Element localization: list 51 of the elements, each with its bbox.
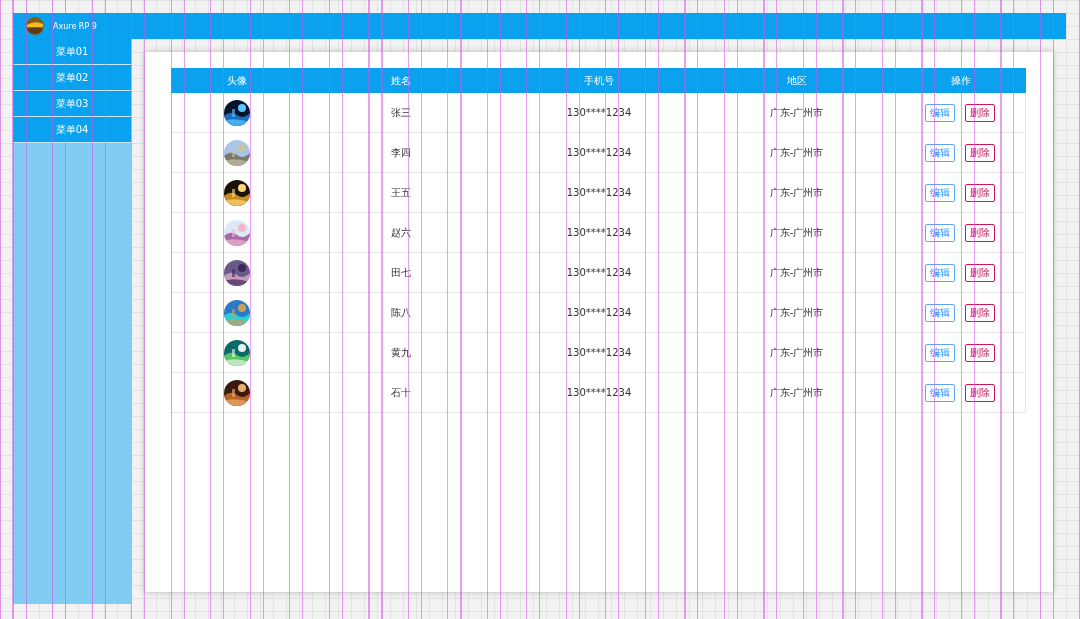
edit-button[interactable]: 编辑 [925,343,955,362]
edit-button[interactable]: 编辑 [925,383,955,402]
edit-button[interactable]: 编辑 [925,303,955,322]
edit-button[interactable]: 编辑 [925,143,955,162]
region-cell: 广东-广州市 [769,345,824,360]
name-cell: 张三 [391,105,411,120]
region-cell: 广东-广州市 [769,105,824,120]
menu-item[interactable]: 菜单01 [13,39,131,65]
menu-item[interactable]: 菜单02 [13,65,131,91]
phone-cell: 130****1234 [566,267,632,278]
phone-cell: 130****1234 [566,147,632,158]
region-cell: 广东-广州市 [769,265,824,280]
delete-button[interactable]: 删除 [965,183,995,202]
delete-button[interactable]: 删除 [965,383,995,402]
name-cell: 赵六 [391,225,411,240]
delete-button[interactable]: 删除 [965,223,995,242]
region-cell: 广东-广州市 [769,305,824,320]
region-cell: 广东-广州市 [769,225,824,240]
menu-item[interactable]: 菜单03 [13,91,131,117]
edit-button[interactable]: 编辑 [925,183,955,202]
region-cell: 广东-广州市 [769,145,824,160]
phone-cell: 130****1234 [566,187,632,198]
column-header: 头像 [171,68,302,93]
edit-button[interactable]: 编辑 [925,263,955,282]
delete-button[interactable]: 删除 [965,303,995,322]
name-cell: 陈八 [391,305,411,320]
phone-cell: 130****1234 [566,347,632,358]
delete-button[interactable]: 删除 [965,103,995,122]
delete-button[interactable]: 删除 [965,143,995,162]
region-cell: 广东-广州市 [769,385,824,400]
edit-button[interactable]: 编辑 [925,103,955,122]
name-cell: 李四 [391,145,411,160]
delete-button[interactable]: 删除 [965,343,995,362]
column-header: 地区 [698,68,895,93]
name-cell: 石十 [391,385,411,400]
edit-button[interactable]: 编辑 [925,223,955,242]
column-header: 姓名 [302,68,500,93]
name-cell: 田七 [391,265,411,280]
column-header: 手机号 [500,68,698,93]
name-cell: 王五 [391,185,411,200]
menu-item[interactable]: 菜单04 [13,117,131,143]
logo-icon [26,17,44,35]
phone-cell: 130****1234 [566,387,632,398]
phone-cell: 130****1234 [566,107,632,118]
phone-cell: 130****1234 [566,227,632,238]
region-cell: 广东-广州市 [769,185,824,200]
name-cell: 黄九 [391,345,411,360]
phone-cell: 130****1234 [566,307,632,318]
app-title: Axure RP 9 [53,21,97,31]
column-header: 操作 [895,68,1026,93]
delete-button[interactable]: 删除 [965,263,995,282]
